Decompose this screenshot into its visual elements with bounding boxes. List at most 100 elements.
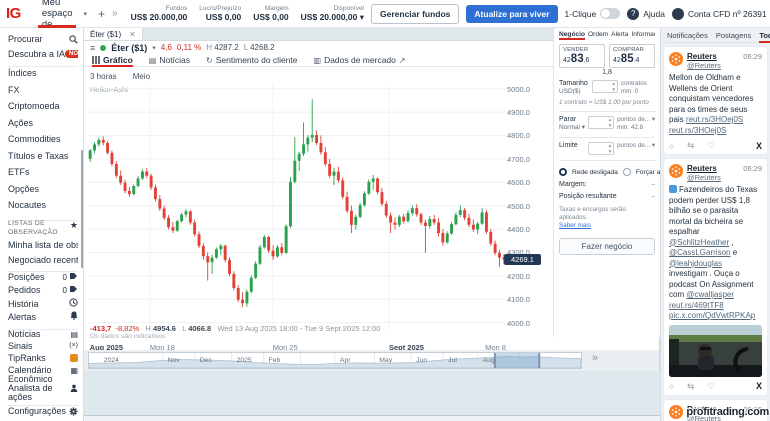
net-off-label: Rede desligada xyxy=(572,169,618,176)
ticket-tab-informações[interactable]: Informações xyxy=(631,31,655,40)
watchlist-item[interactable]: Negociado recentem... xyxy=(8,255,78,265)
sidebar-item-nocautes[interactable]: Nocautes xyxy=(8,200,78,210)
sidebar-item-configuracoes[interactable]: Configurações xyxy=(8,406,78,416)
tab-notícias[interactable]: ▤Notícias xyxy=(149,54,190,66)
mention-link[interactable]: @CassLGarrison xyxy=(669,248,730,257)
navigator-month-label: 2025 xyxy=(237,357,252,364)
post-link[interactable]: pic.x.com/QdVwtRPKAp xyxy=(669,311,755,320)
news-post[interactable]: Reuters@Reuters06:29Mellon de Oldham e W… xyxy=(664,47,767,154)
sidebar-item-etfs[interactable]: ETFs xyxy=(8,167,78,177)
chart-plot-area[interactable]: 3 horas Meio Heikin-Ashi 4000.04100.0420… xyxy=(84,67,553,350)
news-post[interactable]: Reuters@Reuters06:29Fazendeiros do Texas… xyxy=(664,159,767,395)
sidebar-scrollbar[interactable] xyxy=(81,150,83,268)
sidebar-item-calendário-econômico[interactable]: Calendário Econômico▦ xyxy=(8,366,78,384)
sidebar-item-posições[interactable]: Posições0 xyxy=(8,272,78,282)
resulting-position-row[interactable]: Posição resultante– xyxy=(559,193,655,200)
help-label: Ajuda xyxy=(643,9,665,19)
sidebar-item-pedidos[interactable]: Pedidos0 xyxy=(8,285,78,295)
mention-link[interactable]: @SchlitzHeather xyxy=(669,238,729,247)
chart-doc-tab[interactable]: Éter ($1) ✕ xyxy=(84,28,143,40)
ticket-tab-alerta[interactable]: Alerta xyxy=(611,31,628,40)
sidebar-item-criptomoeda[interactable]: Criptomoeda xyxy=(8,101,78,111)
chart-style-button[interactable]: Meio xyxy=(133,72,150,81)
add-workspace-button[interactable]: + xyxy=(98,7,105,21)
learn-more-link[interactable]: Saber mais xyxy=(559,222,591,229)
collapse-chevrons-icon[interactable]: » xyxy=(112,8,118,19)
candlestick-chart[interactable] xyxy=(88,84,506,332)
help-button[interactable]: ? Ajuda xyxy=(627,8,665,20)
mention-link[interactable]: @cwalljasper xyxy=(686,290,734,299)
discover-ai-row[interactable]: Descubra a IANOVO xyxy=(8,49,78,59)
like-icon[interactable]: ♡ xyxy=(707,140,715,151)
change-value: 4,6 xyxy=(161,43,172,52)
sidebar-item-títulos-e-taxas[interactable]: Títulos e Taxas xyxy=(8,151,78,161)
tab-dados-de-mercado[interactable]: ▥Dados de mercado↗ xyxy=(314,54,406,66)
ticket-tab-negócio[interactable]: Negócio xyxy=(559,31,585,40)
limit-input[interactable]: ▲▼ xyxy=(588,142,614,155)
sidebar-item-ações[interactable]: Ações xyxy=(8,118,78,128)
sidebar-item-analista-de-ações[interactable]: Analista de ações xyxy=(8,384,78,402)
active-tab-underline xyxy=(38,25,77,28)
size-input[interactable]: ▲▼ xyxy=(592,80,618,93)
watchlist-item[interactable]: Minha lista de observ... xyxy=(8,240,78,250)
sell-button[interactable]: VENDER 4283.6 xyxy=(559,44,605,68)
instrument-caret-icon[interactable]: ▾ xyxy=(152,44,156,52)
tab-gráfico[interactable]: Gráfico xyxy=(92,54,133,66)
close-tab-icon[interactable]: ✕ xyxy=(129,30,136,39)
sidebar-item-commodities[interactable]: Commodities xyxy=(8,134,78,144)
workspace-tab[interactable]: Meu espaço de... xyxy=(38,0,77,28)
one-click-toggle[interactable] xyxy=(600,8,620,19)
stop-type-select[interactable]: Normal ▾ xyxy=(559,124,585,131)
post-author[interactable]: Reuters xyxy=(687,164,721,173)
upgrade-live-button[interactable]: Atualize para viver xyxy=(466,5,557,23)
mention-link[interactable]: @leahjdouglas xyxy=(669,259,722,268)
clock-icon xyxy=(69,298,78,309)
post-handle[interactable]: @Reuters xyxy=(687,173,721,182)
tab-sentimento-do-cliente[interactable]: ↻Sentimento do cliente xyxy=(206,54,297,66)
force-open-radio[interactable] xyxy=(623,168,631,176)
sidebar-item-história[interactable]: História xyxy=(8,298,78,309)
account-menu[interactable]: Conta CFD nº 26391 ▾ xyxy=(672,8,770,20)
y-axis-label: 4700.0 xyxy=(507,155,547,164)
sidebar-item-fx[interactable]: FX xyxy=(8,85,78,95)
post-link[interactable]: reut.rs/3HOej0S xyxy=(669,126,726,135)
ticket-tab-ordem[interactable]: Ordem xyxy=(588,31,608,40)
sidebar-item-índices[interactable]: Índices xyxy=(8,68,78,78)
news-tab-todos[interactable]: Todos xyxy=(759,28,770,43)
net-off-radio[interactable] xyxy=(559,168,567,176)
sidebar-item-opções[interactable]: Opções xyxy=(8,184,78,194)
instrument-name[interactable]: Éter ($1) xyxy=(111,43,147,53)
chart-navigator[interactable]: 2024NovDec2025FebAprMayJunJulAug xyxy=(88,352,582,369)
news-tab-postagens[interactable]: Postagens xyxy=(716,28,751,43)
place-deal-button[interactable]: Fazer negócio xyxy=(559,238,655,255)
post-author[interactable]: Reuters xyxy=(687,52,721,61)
buy-button[interactable]: COMPRAR 4285.4 xyxy=(609,44,655,68)
stop-input[interactable]: ▲▼ xyxy=(588,116,614,129)
like-icon[interactable]: ♡ xyxy=(707,381,715,392)
post-link[interactable]: reut.rs/3HOej0S xyxy=(686,115,743,124)
market-open-dot xyxy=(100,45,106,51)
reply-icon[interactable]: ○ xyxy=(669,381,674,391)
post-link[interactable]: reut.rs/469tTF8 xyxy=(669,301,724,310)
analyst-icon xyxy=(70,384,78,392)
news-tab-notificações[interactable]: Notificações xyxy=(667,28,708,43)
reuters-avatar xyxy=(669,52,683,66)
retweet-icon[interactable]: ⇆ xyxy=(687,381,694,392)
sidebar-item-sinais[interactable]: Sinais(×) xyxy=(8,342,78,351)
x-logo-icon[interactable]: X xyxy=(756,141,762,151)
margin-row[interactable]: Margem:– xyxy=(559,181,655,188)
x-logo-icon[interactable]: X xyxy=(756,381,762,391)
reply-icon[interactable]: ○ xyxy=(669,141,674,151)
manage-funds-button[interactable]: Gerenciar fundos xyxy=(371,4,459,24)
post-handle[interactable]: @Reuters xyxy=(687,61,721,70)
workspace-caret-icon[interactable]: ▾ xyxy=(83,10,87,18)
sidebar-item-notícias[interactable]: Notícias▤ xyxy=(8,330,78,339)
sidebar-item-tipranks[interactable]: TipRanks xyxy=(8,354,78,363)
hamburger-icon[interactable]: ≡ xyxy=(90,43,95,53)
sidebar-item-alertas[interactable]: Alertas xyxy=(8,311,78,322)
navigator-forward-icon[interactable]: » xyxy=(592,352,598,364)
post-image[interactable] xyxy=(669,325,762,377)
timeframe-button[interactable]: 3 horas xyxy=(90,72,117,81)
retweet-icon[interactable]: ⇆ xyxy=(687,140,694,151)
search-row[interactable]: Procurar xyxy=(8,34,78,44)
